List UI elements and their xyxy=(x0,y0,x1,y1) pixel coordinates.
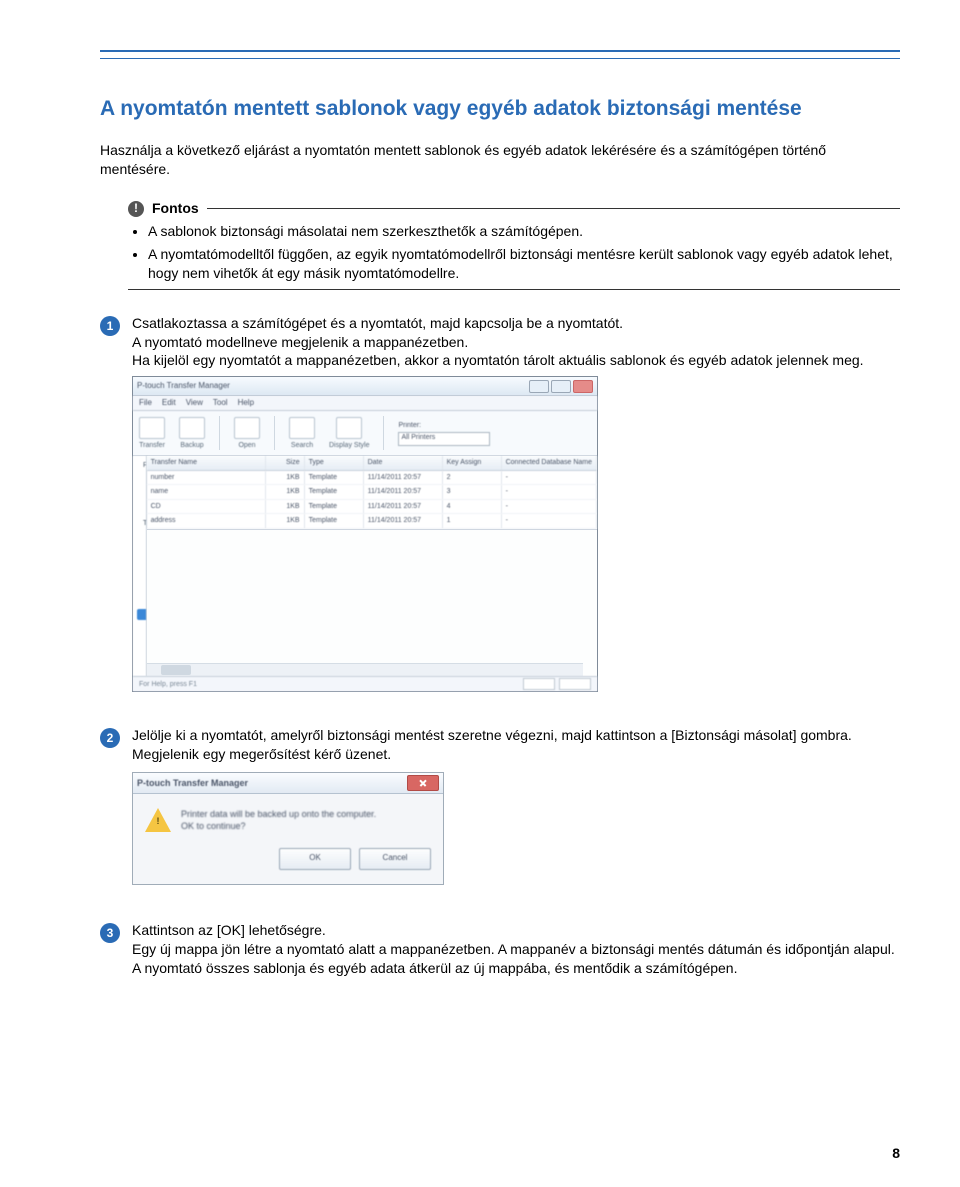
tree-node[interactable]: P-touch Library xyxy=(137,460,143,471)
tree-node[interactable]: Configurations xyxy=(137,540,147,551)
menu-help[interactable]: Help xyxy=(238,398,254,409)
tree-node[interactable]: Transfer xyxy=(137,586,147,597)
transfer-button[interactable]: Transfer xyxy=(139,417,165,450)
backup-icon xyxy=(179,417,205,439)
tree-node[interactable]: Transfer Manager xyxy=(137,518,143,529)
important-rule-bottom xyxy=(128,289,900,290)
tree-node[interactable]: Configurations xyxy=(137,575,147,586)
backup-button[interactable]: Backup xyxy=(179,417,205,450)
dialog-screenshot: P-touch Transfer Manager ! Printer data … xyxy=(132,772,444,885)
menu-view[interactable]: View xyxy=(186,398,203,409)
step-number-icon: 1 xyxy=(100,316,120,336)
tree-node[interactable]: PC (Brother XX-XXXX) xyxy=(137,563,147,574)
step-number-icon: 2 xyxy=(100,728,120,748)
window-titlebar: P-touch Transfer Manager xyxy=(133,377,597,396)
printer-value: All Printers xyxy=(399,434,437,441)
tree-node[interactable]: Recycle Bin xyxy=(137,495,147,506)
display-style-icon xyxy=(336,417,362,439)
close-button[interactable] xyxy=(407,775,439,791)
toolbar: Transfer Backup Open Search xyxy=(133,411,597,456)
tree-node-selected[interactable]: Brother XX-XXXX xyxy=(137,609,147,620)
dialog-title: P-touch Transfer Manager xyxy=(137,777,248,789)
step-3: 3 Kattintson az [OK] lehetőségre. Egy új… xyxy=(100,921,900,978)
col-header[interactable]: Date xyxy=(364,456,443,469)
display-style-button[interactable]: Display Style xyxy=(329,417,369,450)
table-row[interactable]: name 1KB Template 11/14/2011 20:57 3 - xyxy=(147,485,597,499)
ok-button[interactable]: OK xyxy=(279,848,351,870)
step-line: Egy új mappa jön létre a nyomtató alatt … xyxy=(132,940,900,978)
table-row[interactable]: CD 1KB Template 11/14/2011 20:57 4 - xyxy=(147,500,597,514)
section-intro: Használja a következő eljárást a nyomtat… xyxy=(100,141,900,179)
cancel-button[interactable]: Cancel xyxy=(359,848,431,870)
file-table: Transfer Name Size Type Date Key Assign … xyxy=(147,456,597,529)
toolbar-separator xyxy=(219,416,220,450)
menu-tool[interactable]: Tool xyxy=(213,398,228,409)
table-row[interactable]: address 1KB Template 11/14/2011 20:57 1 … xyxy=(147,514,597,528)
menu-bar: File Edit View Tool Help xyxy=(133,396,597,411)
tree-node[interactable]: Search Results xyxy=(137,506,147,517)
important-list: A sablonok biztonsági másolatai nem szer… xyxy=(128,222,900,283)
toolbar-separator xyxy=(383,416,384,450)
step-line: Jelölje ki a nyomtatót, amelyről biztons… xyxy=(132,726,900,745)
col-header[interactable]: Key Assign xyxy=(443,456,502,469)
important-item: A nyomtatómodelltől függően, az egyik ny… xyxy=(148,245,900,283)
warning-icon: ! xyxy=(145,808,171,832)
section-title: A nyomtatón mentett sablonok vagy egyéb … xyxy=(100,95,900,123)
transfer-icon xyxy=(139,417,165,439)
menu-file[interactable]: File xyxy=(139,398,152,409)
search-button[interactable]: Search xyxy=(289,417,315,450)
exclamation-icon: ! xyxy=(128,201,144,217)
step-line: Kattintson az [OK] lehetőségre. xyxy=(132,921,900,940)
preview-pane xyxy=(147,530,597,677)
table-row[interactable]: number 1KB Template 11/14/2011 20:57 2 - xyxy=(147,471,597,485)
tree-node[interactable]: Backups xyxy=(137,598,147,609)
status-count xyxy=(523,678,555,690)
col-header[interactable]: Transfer Name xyxy=(147,456,266,469)
col-header[interactable]: Type xyxy=(305,456,364,469)
step-line: A nyomtató modellneve megjelenik a mappa… xyxy=(132,333,900,352)
status-bar: For Help, press F1 xyxy=(133,676,597,691)
col-header[interactable]: Connected Database Name xyxy=(502,456,597,469)
menu-edit[interactable]: Edit xyxy=(162,398,176,409)
page-number: 8 xyxy=(892,1144,900,1163)
step-line: Ha kijelöl egy nyomtatót a mappanézetben… xyxy=(132,351,900,370)
status-text: For Help, press F1 xyxy=(139,680,197,689)
status-count xyxy=(559,678,591,690)
tree-node[interactable]: Filter xyxy=(137,483,147,494)
tree-node[interactable]: PC (Brother XX-XXXX) xyxy=(137,529,147,540)
folder-tree[interactable]: P-touch Library All Contents Filter Recy… xyxy=(133,456,147,676)
step-1: 1 Csatlakoztassa a számítógépet és a nyo… xyxy=(100,314,900,713)
open-button[interactable]: Open xyxy=(234,417,260,450)
table-header: Transfer Name Size Type Date Key Assign … xyxy=(147,456,597,470)
printer-selector: Printer: All Printers xyxy=(398,421,490,446)
search-icon xyxy=(289,417,315,439)
app-window-screenshot: P-touch Transfer Manager File Edit View … xyxy=(132,376,598,692)
important-head: ! Fontos xyxy=(128,199,199,218)
important-box: ! Fontos A sablonok biztonsági másolatai… xyxy=(128,199,900,290)
tree-node[interactable]: All Contents xyxy=(137,472,147,483)
dialog-message: Printer data will be backed up onto the … xyxy=(181,808,431,832)
important-item: A sablonok biztonsági másolatai nem szer… xyxy=(148,222,900,241)
open-icon xyxy=(234,417,260,439)
top-rule xyxy=(100,50,900,52)
maximize-button[interactable] xyxy=(551,380,571,393)
step-number-icon: 3 xyxy=(100,923,120,943)
minimize-button[interactable] xyxy=(529,380,549,393)
printer-dropdown[interactable]: All Printers xyxy=(398,432,490,446)
important-label: Fontos xyxy=(152,199,199,218)
printer-label: Printer: xyxy=(398,421,490,430)
horizontal-scrollbar[interactable] xyxy=(147,663,583,676)
close-button[interactable] xyxy=(573,380,593,393)
top-rule-thin xyxy=(100,58,900,59)
tree-node[interactable]: Transfer xyxy=(137,552,147,563)
dialog-titlebar: P-touch Transfer Manager xyxy=(133,773,443,794)
col-header[interactable]: Size xyxy=(266,456,305,469)
step-2: 2 Jelölje ki a nyomtatót, amelyről bizto… xyxy=(100,726,900,907)
toolbar-separator xyxy=(274,416,275,450)
step-line: Csatlakoztassa a számítógépet és a nyomt… xyxy=(132,314,900,333)
step-line: Megjelenik egy megerősítést kérő üzenet. xyxy=(132,745,900,764)
window-title: P-touch Transfer Manager xyxy=(137,381,230,392)
